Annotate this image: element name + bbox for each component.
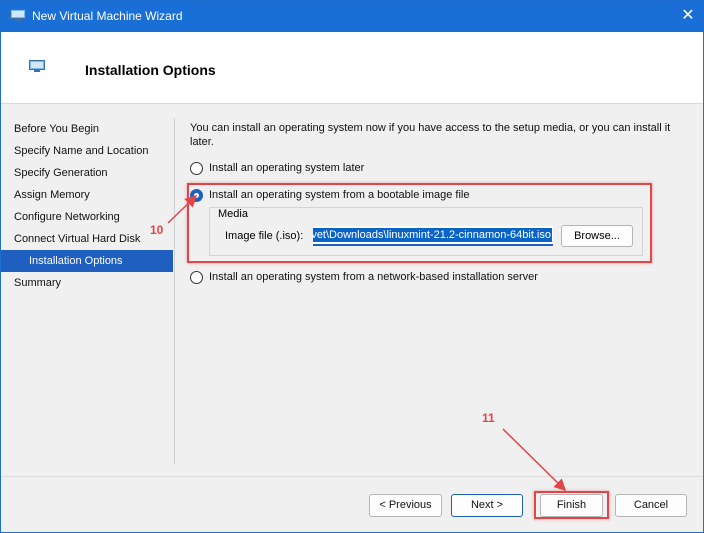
- option-label: Install an operating system from a netwo…: [209, 271, 538, 283]
- step-specify-name-location[interactable]: Specify Name and Location: [1, 140, 173, 162]
- step-configure-networking[interactable]: Configure Networking: [1, 206, 173, 228]
- radio-install-network[interactable]: [190, 270, 203, 284]
- vm-header-icon: [29, 60, 45, 72]
- option-install-network[interactable]: Install an operating system from a netwo…: [190, 269, 538, 285]
- radio-install-later[interactable]: [190, 161, 203, 175]
- step-assign-memory[interactable]: Assign Memory: [1, 184, 173, 206]
- window-title: New Virtual Machine Wizard: [32, 9, 183, 23]
- content-area: You can install an operating system now …: [190, 121, 690, 149]
- annotation-box-11: [534, 491, 609, 519]
- cancel-button[interactable]: Cancel: [615, 494, 687, 517]
- sidebar-divider: [174, 118, 175, 464]
- annotation-arrow-11: [502, 428, 567, 492]
- step-connect-vhd[interactable]: Connect Virtual Hard Disk: [1, 228, 173, 250]
- vm-window-icon: [10, 9, 26, 21]
- step-summary[interactable]: Summary: [1, 272, 173, 294]
- description-text: You can install an operating system now …: [190, 122, 671, 148]
- next-button[interactable]: Next >: [451, 494, 523, 517]
- title-bar: New Virtual Machine Wizard ✕: [1, 1, 703, 32]
- previous-button[interactable]: < Previous: [369, 494, 442, 517]
- footer-divider: [1, 476, 703, 477]
- step-installation-options[interactable]: Installation Options: [1, 250, 173, 272]
- page-title: Installation Options: [85, 62, 216, 78]
- close-icon[interactable]: ✕: [673, 1, 703, 32]
- annotation-label-10: 10: [150, 223, 164, 237]
- steps-sidebar: Before You Begin Specify Name and Locati…: [1, 118, 173, 294]
- option-install-later[interactable]: Install an operating system later: [190, 160, 364, 176]
- option-label: Install an operating system later: [209, 162, 365, 174]
- step-before-you-begin[interactable]: Before You Begin: [1, 118, 173, 140]
- step-specify-generation[interactable]: Specify Generation: [1, 162, 173, 184]
- annotation-label-11: 11: [482, 411, 495, 425]
- annotation-box-10: [187, 183, 652, 263]
- wizard-header: Installation Options: [1, 32, 703, 104]
- wizard-window: New Virtual Machine Wizard ✕ Installatio…: [0, 0, 704, 533]
